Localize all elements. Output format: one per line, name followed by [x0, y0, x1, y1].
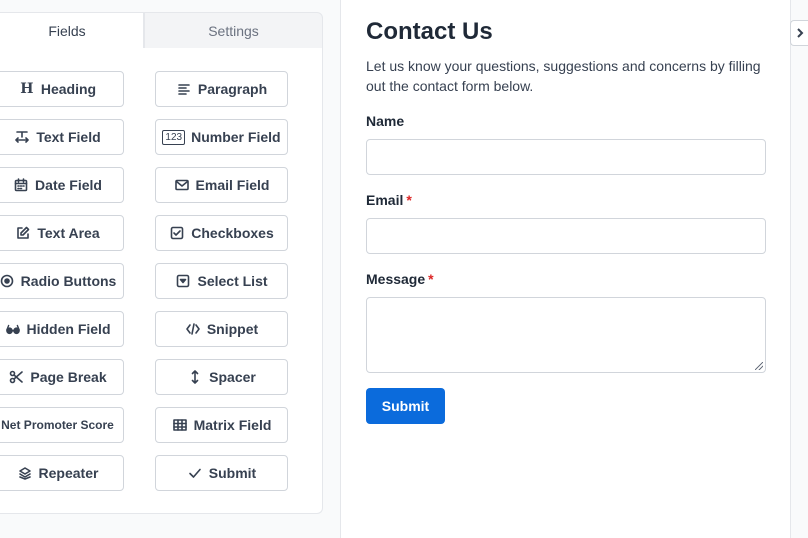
- field-button-text-field[interactable]: Text Field: [0, 119, 124, 155]
- email-label: Email *: [366, 192, 412, 208]
- heading-icon: H: [20, 81, 34, 97]
- number-field-icon: 123: [162, 129, 186, 145]
- edit-icon: [15, 225, 31, 241]
- checkbox-icon: [169, 225, 185, 241]
- field-button-label: Heading: [40, 81, 97, 97]
- glasses-icon: [5, 321, 21, 337]
- envelope-icon: [174, 177, 190, 193]
- field-button-label: Page Break: [30, 369, 107, 385]
- field-button-label: Text Field: [36, 129, 101, 145]
- form-preview: Contact Us Let us know your questions, s…: [340, 0, 790, 538]
- text-field-icon: [14, 129, 30, 145]
- form-description: Let us know your questions, suggestions …: [366, 58, 761, 94]
- field-button-net-promoter-score[interactable]: Net Promoter Score: [0, 407, 124, 443]
- field-button-paragraph[interactable]: Paragraph: [155, 71, 288, 107]
- field-button-number-field[interactable]: 123 Number Field: [155, 119, 288, 155]
- field-button-repeater[interactable]: Repeater: [0, 455, 124, 491]
- message-label: Message *: [366, 271, 434, 287]
- tab-settings[interactable]: Settings: [144, 12, 323, 49]
- radio-icon: [0, 273, 15, 289]
- field-button-label: Hidden Field: [26, 321, 111, 337]
- email-label-text: Email: [366, 192, 404, 208]
- field-button-label: Checkboxes: [191, 225, 274, 241]
- field-button-radio-buttons[interactable]: Radio Buttons: [0, 263, 124, 299]
- code-icon: [185, 321, 201, 337]
- tab-fields[interactable]: Fields: [0, 12, 144, 49]
- name-label: Name: [366, 113, 404, 129]
- field-button-label: Email Field: [195, 177, 270, 193]
- panel-toggle-button[interactable]: [790, 20, 808, 46]
- field-button-heading[interactable]: H Heading: [0, 71, 124, 107]
- submit-button[interactable]: Submit: [366, 388, 445, 424]
- field-button-label: Submit: [208, 465, 257, 481]
- calendar-icon: [13, 177, 29, 193]
- field-button-checkboxes[interactable]: Checkboxes: [155, 215, 288, 251]
- field-button-snippet[interactable]: Snippet: [155, 311, 288, 347]
- required-marker: *: [428, 271, 434, 287]
- form-title: Contact Us: [366, 18, 493, 45]
- field-button-label: Net Promoter Score: [1, 418, 114, 432]
- field-button-text-area[interactable]: Text Area: [0, 215, 124, 251]
- required-marker: *: [406, 192, 412, 208]
- name-input[interactable]: [366, 139, 766, 175]
- field-button-spacer[interactable]: Spacer: [155, 359, 288, 395]
- field-button-label: Number Field: [191, 129, 281, 145]
- field-button-label: Repeater: [38, 465, 99, 481]
- resize-grip-icon[interactable]: [755, 362, 763, 370]
- layers-icon: [17, 465, 33, 481]
- field-button-date-field[interactable]: Date Field: [0, 167, 124, 203]
- select-icon: [175, 273, 191, 289]
- field-button-select-list[interactable]: Select List: [155, 263, 288, 299]
- fields-panel: H Heading Paragraph Text Field 123 Numbe…: [0, 48, 323, 514]
- field-button-email-field[interactable]: Email Field: [155, 167, 288, 203]
- paragraph-icon: [176, 81, 192, 97]
- check-icon: [187, 465, 203, 481]
- field-button-hidden-field[interactable]: Hidden Field: [0, 311, 124, 347]
- field-button-matrix-field[interactable]: Matrix Field: [155, 407, 288, 443]
- chevron-right-icon: [796, 28, 803, 38]
- field-button-label: Text Area: [37, 225, 100, 241]
- field-button-label: Date Field: [35, 177, 102, 193]
- field-button-submit[interactable]: Submit: [155, 455, 288, 491]
- name-label-text: Name: [366, 113, 405, 129]
- field-button-label: Select List: [197, 273, 268, 289]
- right-edge-strip: [790, 0, 808, 538]
- fields-sidebar: Fields Settings H Heading Paragraph Text…: [0, 0, 340, 538]
- message-label-text: Message: [366, 271, 426, 287]
- field-button-label: Paragraph: [197, 81, 268, 97]
- field-button-label: Matrix Field: [193, 417, 272, 433]
- message-textarea[interactable]: [366, 297, 766, 373]
- field-button-label: Radio Buttons: [20, 273, 117, 289]
- field-button-label: Spacer: [209, 369, 256, 385]
- field-button-page-break[interactable]: Page Break: [0, 359, 124, 395]
- table-icon: [172, 417, 188, 433]
- field-button-label: Snippet: [206, 321, 259, 337]
- sidebar-tabs: Fields Settings: [0, 12, 323, 49]
- email-input[interactable]: [366, 218, 766, 254]
- vertical-arrows-icon: [187, 369, 203, 385]
- scissors-icon: [8, 369, 24, 385]
